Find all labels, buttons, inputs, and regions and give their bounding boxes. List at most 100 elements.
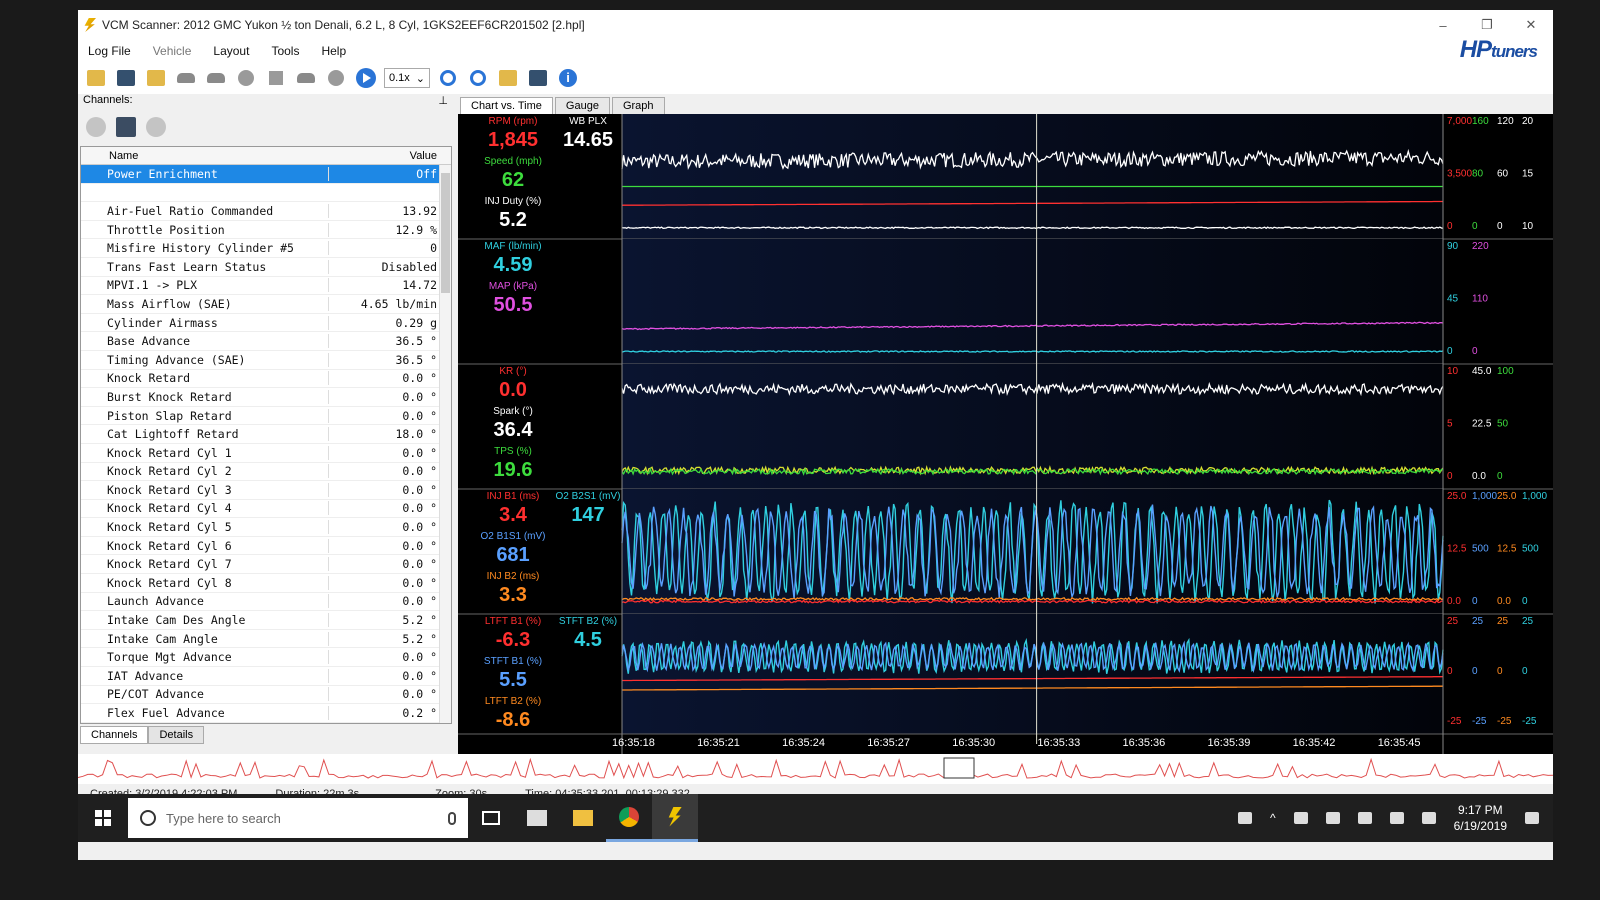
- save-layout-button[interactable]: [526, 66, 550, 90]
- zoom-out-button[interactable]: [466, 66, 490, 90]
- table-row[interactable]: Misfire History Cylinder #5 0: [81, 239, 451, 258]
- chart-tabs: Chart vs. Time Gauge Graph: [458, 94, 1553, 114]
- readout-name: TPS (%): [494, 446, 532, 457]
- open-button[interactable]: [84, 66, 108, 90]
- timeline-overview[interactable]: [78, 754, 1553, 784]
- close-button[interactable]: ✕: [1509, 17, 1553, 33]
- save-channels-icon[interactable]: [116, 117, 136, 137]
- table-row[interactable]: Knock Retard Cyl 7 0.0 °: [81, 555, 451, 575]
- maximize-button[interactable]: ❐: [1465, 17, 1509, 33]
- wifi-icon[interactable]: [1357, 812, 1372, 824]
- channel-name: MPVI.1 -> PLX: [81, 278, 329, 293]
- table-row[interactable]: Knock Retard Cyl 5 0.0 °: [81, 518, 451, 537]
- start-button[interactable]: [78, 810, 128, 826]
- task-view-button[interactable]: [468, 794, 514, 842]
- layout-button[interactable]: [496, 66, 520, 90]
- column-value[interactable]: Value: [329, 150, 451, 162]
- channel-value: 0.0 °: [402, 650, 437, 665]
- readout-value: 147: [571, 504, 604, 526]
- table-row[interactable]: Knock Retard Cyl 4 0.0 °: [81, 500, 451, 519]
- charts-container[interactable]: RPM (rpm) 1,845 WB PLX 14.65 Speed (mph) 62 IN…: [458, 114, 1553, 754]
- stop-button[interactable]: [264, 66, 288, 90]
- scrollbar-thumb[interactable]: [441, 173, 450, 293]
- pen-icon[interactable]: [1421, 812, 1436, 824]
- table-row[interactable]: Air-Fuel Ratio Commanded 13.92: [81, 202, 451, 221]
- playback-rate-select[interactable]: 0.1x ⌄: [384, 68, 430, 88]
- table-row[interactable]: Knock Retard 0.0 °: [81, 370, 451, 389]
- table-row[interactable]: Intake Cam Des Angle 5.2 °: [81, 611, 451, 630]
- vehicle-disconnect-button[interactable]: [204, 66, 228, 90]
- toolbar: 0.1x ⌄ i: [78, 62, 1553, 94]
- table-row[interactable]: Timing Advance (SAE) 36.5 °: [81, 351, 451, 370]
- menu-layout[interactable]: Layout: [213, 44, 249, 58]
- vcm-scanner-button[interactable]: [652, 794, 698, 842]
- volume-icon[interactable]: [1389, 812, 1404, 824]
- record-button[interactable]: [234, 66, 258, 90]
- table-row[interactable]: Cat Lightoff Retard 18.0 °: [81, 425, 451, 444]
- file-explorer-button[interactable]: [560, 794, 606, 842]
- table-row[interactable]: Knock Retard Cyl 3 0.0 °: [81, 481, 451, 500]
- tab-graph[interactable]: Graph: [611, 97, 665, 114]
- overview-window-handle[interactable]: [943, 757, 975, 779]
- table-row[interactable]: MPVI.1 -> PLX 14.72: [81, 277, 451, 296]
- readout-name: INJ B2 (ms): [487, 571, 540, 582]
- readout-name: INJ Duty (%): [485, 196, 542, 207]
- chevron-up-icon[interactable]: ^: [1270, 811, 1276, 825]
- people-icon[interactable]: [1237, 812, 1252, 824]
- notifications-icon[interactable]: [1525, 812, 1539, 824]
- menu-log-file[interactable]: Log File: [88, 44, 131, 58]
- table-row[interactable]: Knock Retard Cyl 8 0.0 °: [81, 574, 451, 593]
- chart-vs-time-plot[interactable]: RPM (rpm) 1,845 WB PLX 14.65 Speed (mph) 62 IN…: [458, 114, 1553, 754]
- pin-icon[interactable]: ⊥: [438, 94, 448, 112]
- zoom-in-button[interactable]: [436, 66, 460, 90]
- onedrive-icon[interactable]: [1293, 812, 1308, 824]
- info-button[interactable]: i: [556, 66, 580, 90]
- tab-chart-vs-time[interactable]: Chart vs. Time: [460, 97, 553, 114]
- table-row[interactable]: IAT Advance 0.0 °: [81, 667, 451, 686]
- table-row[interactable]: Piston Slap Retard 0.0 °: [81, 407, 451, 426]
- table-row[interactable]: Cylinder Airmass 0.29 g: [81, 314, 451, 333]
- table-row[interactable]: Flex Fuel Advance 0.2 °: [81, 704, 451, 723]
- minimize-button[interactable]: –: [1421, 18, 1465, 33]
- table-row[interactable]: Knock Retard Cyl 2 0.0 °: [81, 463, 451, 482]
- add-channel-icon[interactable]: [86, 117, 106, 137]
- chrome-button[interactable]: [606, 794, 652, 842]
- microphone-icon[interactable]: [448, 811, 456, 825]
- play-button[interactable]: [354, 66, 378, 90]
- table-row[interactable]: PE/COT Advance 0.0 °: [81, 686, 451, 705]
- battery-icon[interactable]: [1325, 812, 1340, 824]
- tab-details[interactable]: Details: [148, 726, 205, 744]
- menu-help[interactable]: Help: [321, 44, 346, 58]
- column-name[interactable]: Name: [81, 150, 329, 162]
- timeline-overview-plot[interactable]: [78, 754, 1553, 784]
- engine-button[interactable]: [294, 66, 318, 90]
- settings-icon[interactable]: [146, 117, 166, 137]
- table-row[interactable]: [81, 184, 451, 203]
- mail-button[interactable]: [514, 794, 560, 842]
- taskbar-search-input[interactable]: Type here to search: [128, 798, 468, 838]
- table-row[interactable]: Throttle Position 12.9 %: [81, 221, 451, 240]
- readout-name: LTFT B2 (%): [485, 696, 541, 707]
- menu-tools[interactable]: Tools: [271, 44, 299, 58]
- table-row[interactable]: Trans Fast Learn Status Disabled: [81, 258, 451, 277]
- table-row[interactable]: Knock Retard Cyl 6 0.0 °: [81, 537, 451, 556]
- export-button[interactable]: [144, 66, 168, 90]
- axis-tick-label: 25.0: [1497, 491, 1517, 502]
- table-row[interactable]: Launch Advance 0.0 °: [81, 593, 451, 612]
- tab-gauge[interactable]: Gauge: [554, 97, 610, 114]
- table-row[interactable]: Power Enrichment Off: [81, 165, 451, 184]
- table-row[interactable]: Base Advance 36.5 °: [81, 332, 451, 351]
- table-row[interactable]: Intake Cam Angle 5.2 °: [81, 630, 451, 649]
- scrollbar[interactable]: [439, 165, 451, 723]
- vehicle-connect-button[interactable]: [174, 66, 198, 90]
- clock[interactable]: 9:17 PM 6/19/2019: [1454, 802, 1507, 834]
- table-row[interactable]: Torque Mgt Advance 0.0 °: [81, 648, 451, 668]
- tab-channels[interactable]: Channels: [80, 726, 149, 744]
- power-button[interactable]: [324, 66, 348, 90]
- menu-vehicle[interactable]: Vehicle: [153, 44, 192, 58]
- table-row[interactable]: Mass Airflow (SAE) 4.65 lb/min: [81, 295, 451, 314]
- table-row[interactable]: Knock Retard Cyl 1 0.0 °: [81, 444, 451, 463]
- table-row[interactable]: Burst Knock Retard 0.0 °: [81, 388, 451, 407]
- save-button[interactable]: [114, 66, 138, 90]
- channel-value: 5.2 °: [402, 613, 437, 628]
